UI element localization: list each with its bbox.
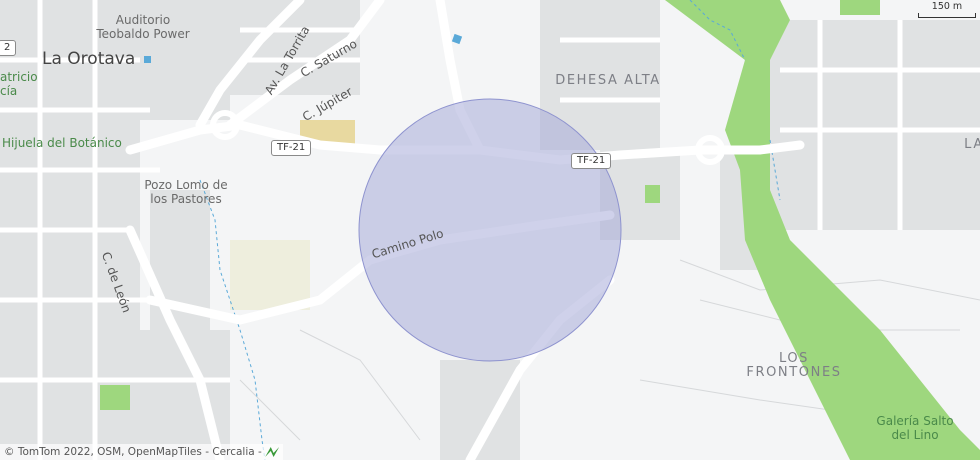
small-park-2	[645, 185, 660, 203]
shield-tf21-right: TF-21	[571, 153, 612, 169]
map-base	[0, 0, 980, 460]
scale-bar: 150 m	[918, 2, 976, 18]
label-la-orotava: La Orotava	[42, 49, 136, 69]
label-los-frontones: LOS FRONTONES	[746, 351, 842, 380]
map-view[interactable]: Auditorio Teobaldo Power La Orotava atri…	[0, 0, 980, 460]
label-auditorio: Auditorio Teobaldo Power	[96, 13, 190, 41]
search-radius-circle	[358, 98, 622, 362]
route-shield-2: 2	[0, 40, 17, 56]
poi-marker	[451, 33, 463, 45]
cercalia-logo-icon	[265, 447, 280, 457]
label-hijuela: Hijuela del Botánico	[2, 136, 122, 150]
park-corner	[840, 0, 880, 15]
label-la-edge: LA	[964, 137, 980, 152]
label-patricio: atricio cía	[0, 70, 38, 98]
poi-marker-2	[144, 56, 151, 63]
field-area	[230, 240, 310, 310]
label-pozo: Pozo Lomo de los Pastores	[144, 178, 228, 206]
label-galeria: Galería Salto del Lino	[876, 414, 954, 442]
attribution-text: © TomTom 2022, OSM, OpenMapTiles - Cerca…	[4, 446, 262, 458]
small-park	[100, 385, 130, 410]
attribution: © TomTom 2022, OSM, OpenMapTiles - Cerca…	[0, 444, 284, 460]
label-dehesa-alta: DEHESA ALTA	[555, 73, 661, 88]
scale-line	[918, 13, 976, 18]
shield-tf21-left: TF-21	[271, 140, 312, 156]
scale-label: 150 m	[931, 1, 963, 12]
